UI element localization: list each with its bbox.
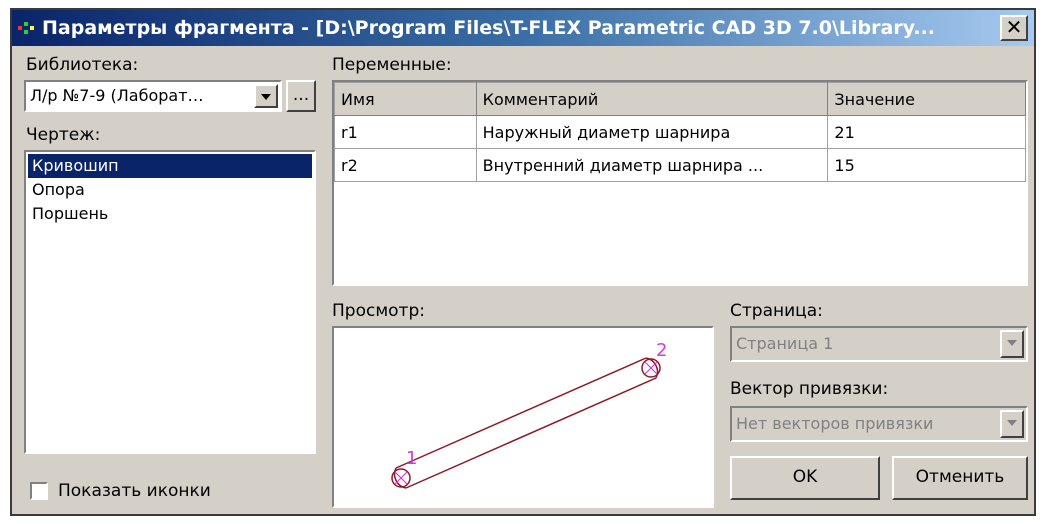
drawing-list-item[interactable]: Кривошип — [28, 154, 312, 178]
library-label: Библиотека: — [26, 55, 139, 75]
chevron-down-icon — [261, 94, 271, 100]
page-label: Страница: — [730, 301, 823, 321]
table-row[interactable]: r2 Внутренний диаметр шарнира ... 15 — [334, 148, 1026, 182]
anchor-vector-label: Вектор привязки: — [730, 379, 889, 399]
title-bar[interactable]: Параметры фрагмента - [D:\Program Files\… — [12, 10, 1034, 46]
preview-panel: 1 2 — [332, 326, 714, 508]
ok-button[interactable]: OK — [730, 456, 880, 500]
variables-table[interactable]: Имя Комментарий Значение r1 Наружный диамет… — [332, 80, 1028, 286]
point-label-1: 1 — [406, 448, 417, 469]
close-button[interactable]: ✕ — [1000, 15, 1028, 41]
show-icons-label[interactable]: Показать иконки — [58, 480, 211, 502]
table-cell[interactable]: 15 — [827, 148, 1026, 182]
table-cell[interactable]: 21 — [827, 115, 1026, 149]
library-value: Л/р №7-9 (Лаборат… — [30, 86, 204, 105]
variables-label: Переменные: — [332, 55, 452, 75]
library-browse-button[interactable]: ... — [286, 80, 316, 112]
drawing-list-item[interactable]: Поршень — [28, 202, 312, 226]
page-dropdown-button[interactable] — [1000, 330, 1024, 358]
page-combobox[interactable]: Страница 1 — [730, 326, 1028, 362]
page-value: Страница 1 — [736, 334, 834, 353]
anchor-vector-combobox[interactable]: Нет векторов привязки — [730, 406, 1028, 442]
fragment-preview-drawing: 1 2 — [391, 340, 667, 489]
fragment-parameters-dialog: Параметры фрагмента - [D:\Program Files\… — [10, 8, 1036, 516]
preview-label: Просмотр: — [332, 301, 425, 321]
chevron-down-icon — [1007, 420, 1017, 426]
crank-outline-upper — [395, 357, 647, 469]
table-cell[interactable]: Наружный диаметр шарнира — [475, 115, 829, 149]
drawing-label: Чертеж: — [26, 125, 101, 145]
window-title: Параметры фрагмента - [D:\Program Files\… — [42, 17, 935, 39]
chevron-down-icon — [1007, 340, 1017, 346]
app-icon — [18, 22, 34, 34]
library-dropdown-button[interactable] — [254, 84, 278, 108]
table-cell[interactable]: Внутренний диаметр шарнира ... — [475, 148, 829, 182]
drawing-list[interactable]: Кривошип Опора Поршень — [24, 150, 316, 454]
table-cell[interactable]: r1 — [334, 115, 477, 149]
variables-grid[interactable]: Имя Комментарий Значение r1 Наружный диамет… — [334, 82, 1026, 182]
anchor-vector-value: Нет векторов привязки — [736, 414, 934, 433]
column-header[interactable]: Значение — [827, 82, 1026, 116]
drawing-list-item[interactable]: Опора — [28, 178, 312, 202]
crank-outline-lower — [405, 377, 657, 489]
library-combobox[interactable]: Л/р №7-9 (Лаборат… — [24, 80, 282, 112]
cancel-button[interactable]: Отменить — [892, 456, 1028, 500]
table-cell[interactable]: r2 — [334, 148, 477, 182]
column-header[interactable]: Комментарий — [475, 82, 829, 116]
point-label-2: 2 — [656, 340, 667, 361]
table-row[interactable]: r1 Наружный диаметр шарнира 21 — [334, 115, 1026, 149]
close-icon: ✕ — [1005, 15, 1023, 39]
anchor-vector-dropdown-button[interactable] — [1000, 410, 1024, 438]
show-icons-checkbox[interactable] — [30, 482, 48, 500]
column-header[interactable]: Имя — [334, 82, 477, 116]
